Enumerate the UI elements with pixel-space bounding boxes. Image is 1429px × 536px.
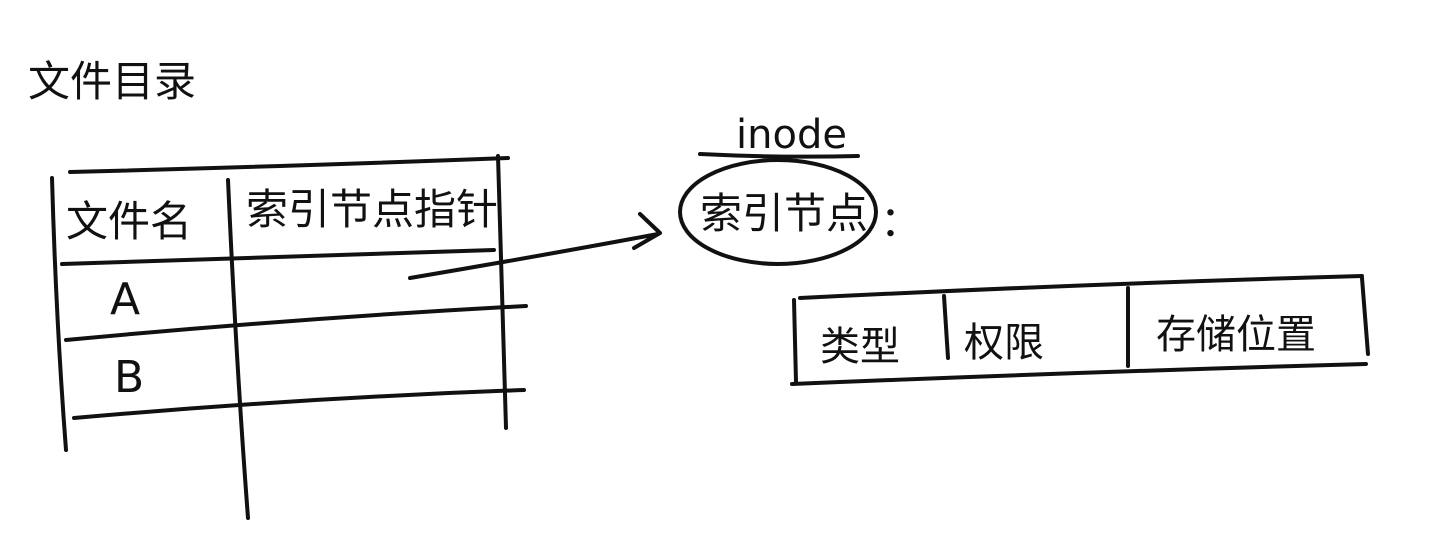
directory-table: 文件名 索引节点指针 A B xyxy=(50,154,528,520)
row-b-filename: B xyxy=(114,352,144,403)
fields-right-border xyxy=(1360,276,1370,356)
inode-circle-label: 索引节点 xyxy=(700,189,868,238)
row-a-filename: A xyxy=(110,274,140,325)
inode-label: inode xyxy=(736,112,847,158)
field-type: 类型 xyxy=(820,324,900,370)
fields-left-border xyxy=(792,298,798,384)
arrow-shaft xyxy=(408,232,660,280)
table-left-border xyxy=(50,176,68,452)
table-top-border xyxy=(68,156,510,174)
inode-fields-table: 类型 权限 存储位置 xyxy=(790,274,1370,386)
directory-title: 文件目录 xyxy=(28,57,196,106)
table-right-border xyxy=(496,154,508,430)
arrow-head xyxy=(632,212,662,250)
table-column-divider xyxy=(226,178,250,520)
inode-colon: ： xyxy=(880,197,922,246)
diagram-canvas: 文件目录 文件名 索引节点指针 A B inode 索引节点 ： 类型 权限 存… xyxy=(28,57,1370,520)
header-filename: 文件名 xyxy=(66,197,192,246)
fields-top-border xyxy=(798,274,1364,300)
inode-block: inode 索引节点 ： xyxy=(678,112,922,266)
field-permission: 权限 xyxy=(964,320,1044,366)
field-storage-location: 存储位置 xyxy=(1156,312,1316,358)
header-inode-pointer: 索引节点指针 xyxy=(246,185,498,234)
fields-divider-1 xyxy=(942,294,950,360)
table-header-separator xyxy=(60,248,496,266)
